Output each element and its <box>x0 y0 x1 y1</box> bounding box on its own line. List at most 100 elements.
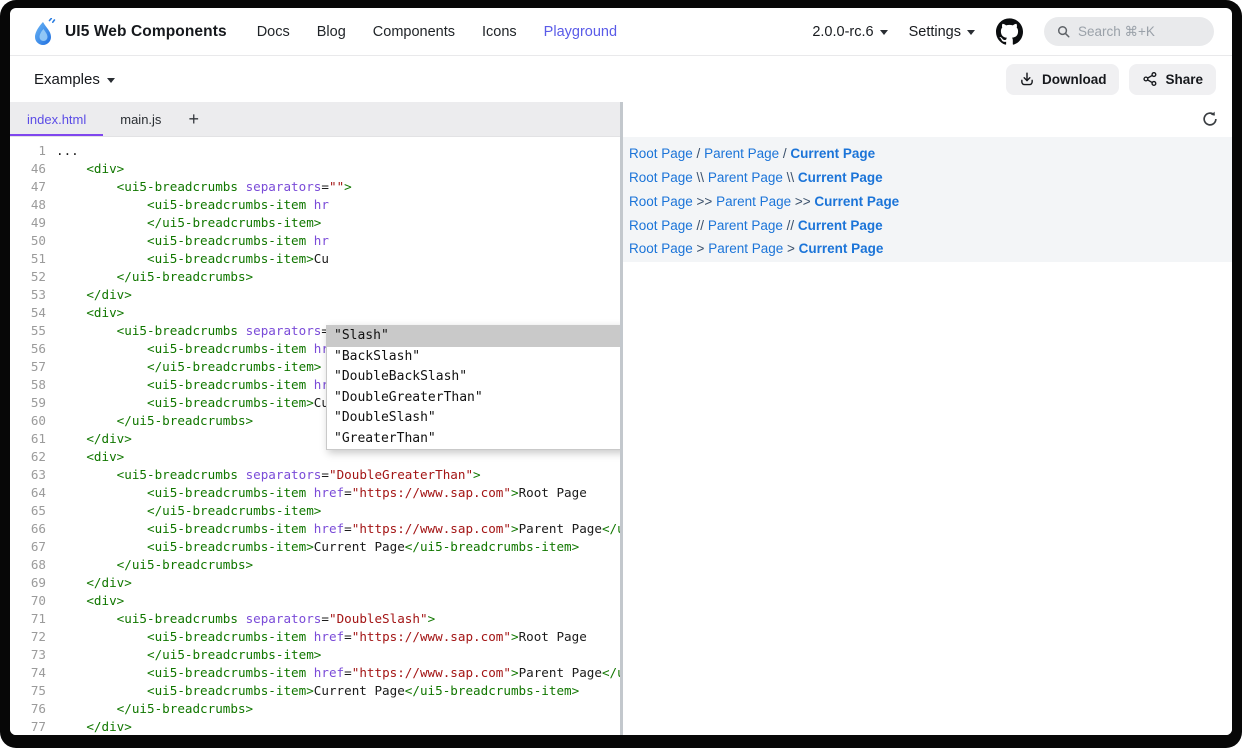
breadcrumb-current-page: Current Page <box>799 241 884 256</box>
examples-menu[interactable]: Examples <box>34 71 115 88</box>
breadcrumb-link-root[interactable]: Root Page <box>629 218 693 233</box>
code-line: 69 </div> <box>10 574 620 592</box>
line-number: 59 <box>10 394 46 412</box>
code-line: 62 <div> <box>10 448 620 466</box>
code-line: 65 </ui5-breadcrumbs-item> <box>10 502 620 520</box>
brand[interactable]: UI5 Web Components <box>32 18 227 46</box>
autocomplete-item[interactable]: "DoubleBackSlash" <box>327 367 620 388</box>
code-line: 63 <ui5-breadcrumbs separators="DoubleGr… <box>10 466 620 484</box>
autocomplete-item[interactable]: "DoubleSlash" <box>327 408 620 429</box>
breadcrumb-separator: / <box>693 146 704 161</box>
breadcrumb-separator: >> <box>791 194 814 209</box>
main-content: index.htmlmain.js+ 1...46 <div>47 <ui5-b… <box>10 102 1232 735</box>
breadcrumb-link-root[interactable]: Root Page <box>629 146 693 161</box>
editor-panel: index.htmlmain.js+ 1...46 <div>47 <ui5-b… <box>10 102 620 735</box>
breadcrumb-link-parent[interactable]: Parent Page <box>708 218 783 233</box>
settings-label: Settings <box>909 24 961 40</box>
breadcrumbs-preview: Root Page / Parent Page / Current PageRo… <box>623 137 1232 262</box>
tab-index.html[interactable]: index.html <box>10 102 103 136</box>
code-line: 64 <ui5-breadcrumbs-item href="https://w… <box>10 484 620 502</box>
ui5-flame-logo-icon <box>32 18 56 46</box>
breadcrumb-link-parent[interactable]: Parent Page <box>708 241 783 256</box>
share-button[interactable]: Share <box>1129 64 1216 95</box>
line-number: 76 <box>10 700 46 718</box>
line-number: 49 <box>10 214 46 232</box>
download-button[interactable]: Download <box>1006 64 1120 95</box>
code-line: 74 <ui5-breadcrumbs-item href="https://w… <box>10 664 620 682</box>
breadcrumb-separator: \\ <box>693 170 708 185</box>
nav-link-docs[interactable]: Docs <box>257 24 290 40</box>
line-number: 62 <box>10 448 46 466</box>
nav-link-blog[interactable]: Blog <box>317 24 346 40</box>
refresh-icon[interactable] <box>1201 110 1219 128</box>
line-number: 55 <box>10 322 46 340</box>
line-number: 54 <box>10 304 46 322</box>
line-number: 74 <box>10 664 46 682</box>
breadcrumb-separator: / <box>779 146 790 161</box>
autocomplete-item[interactable]: "DoubleGreaterThan" <box>327 388 620 409</box>
code-line: 77 </div> <box>10 718 620 735</box>
breadcrumb-current-page: Current Page <box>814 194 899 209</box>
breadcrumb-separator: \\ <box>783 170 798 185</box>
breadcrumb-row: Root Page \\ Parent Page \\ Current Page <box>629 166 1232 190</box>
code-line: 52 </ui5-breadcrumbs> <box>10 268 620 286</box>
autocomplete-item[interactable]: "GreaterThan" <box>327 429 620 450</box>
line-number: 48 <box>10 196 46 214</box>
line-number: 68 <box>10 556 46 574</box>
line-number: 70 <box>10 592 46 610</box>
autocomplete-item[interactable]: "BackSlash" <box>327 347 620 368</box>
line-number: 50 <box>10 232 46 250</box>
code-line: 51 <ui5-breadcrumbs-item>Cu <box>10 250 620 268</box>
nav-link-playground[interactable]: Playground <box>544 24 617 40</box>
breadcrumb-link-root[interactable]: Root Page <box>629 241 693 256</box>
chevron-down-icon <box>107 78 115 83</box>
breadcrumb-current-page: Current Page <box>798 218 883 233</box>
line-number: 57 <box>10 358 46 376</box>
code-line: 50 <ui5-breadcrumbs-item hr <box>10 232 620 250</box>
breadcrumb-separator: > <box>783 241 798 256</box>
breadcrumb-link-root[interactable]: Root Page <box>629 170 693 185</box>
breadcrumb-separator: >> <box>693 194 716 209</box>
version-menu[interactable]: 2.0.0-rc.6 <box>812 24 887 40</box>
breadcrumb-link-parent[interactable]: Parent Page <box>708 170 783 185</box>
breadcrumb-row: Root Page // Parent Page // Current Page <box>629 213 1232 237</box>
download-label: Download <box>1042 72 1107 87</box>
search-icon <box>1056 24 1071 39</box>
line-number: 69 <box>10 574 46 592</box>
line-number: 72 <box>10 628 46 646</box>
breadcrumb-link-root[interactable]: Root Page <box>629 194 693 209</box>
share-icon <box>1142 71 1158 87</box>
code-line: 66 <ui5-breadcrumbs-item href="https://w… <box>10 520 620 538</box>
line-number: 52 <box>10 268 46 286</box>
examples-label: Examples <box>34 71 100 88</box>
line-number: 63 <box>10 466 46 484</box>
screenshot-canvas: UI5 Web Components Docs Blog Components Ico… <box>0 0 1242 748</box>
breadcrumb-separator: // <box>693 218 708 233</box>
top-navigation: UI5 Web Components Docs Blog Components Ico… <box>10 8 1232 56</box>
breadcrumb-link-parent[interactable]: Parent Page <box>704 146 779 161</box>
line-number: 53 <box>10 286 46 304</box>
nav-right: 2.0.0-rc.6 Settings Search ⌘+K <box>812 17 1214 46</box>
line-number: 61 <box>10 430 46 448</box>
brand-title: UI5 Web Components <box>65 23 227 41</box>
line-number: 77 <box>10 718 46 735</box>
settings-menu[interactable]: Settings <box>909 24 975 40</box>
nav-link-components[interactable]: Components <box>373 24 455 40</box>
code-line: 70 <div> <box>10 592 620 610</box>
preview-panel: Root Page / Parent Page / Current PageRo… <box>623 102 1232 735</box>
code-line: 73 </ui5-breadcrumbs-item> <box>10 646 620 664</box>
autocomplete-dropdown: "Slash""BackSlash""DoubleBackSlash""Doub… <box>326 325 620 450</box>
code-editor[interactable]: 1...46 <div>47 <ui5-breadcrumbs separato… <box>10 137 620 735</box>
line-number: 58 <box>10 376 46 394</box>
code-line: 76 </ui5-breadcrumbs> <box>10 700 620 718</box>
tab-main.js[interactable]: main.js <box>103 102 178 136</box>
autocomplete-item[interactable]: "Slash" <box>327 326 620 347</box>
code-line: 71 <ui5-breadcrumbs separators="DoubleSl… <box>10 610 620 628</box>
github-icon[interactable] <box>996 18 1023 45</box>
breadcrumb-link-parent[interactable]: Parent Page <box>716 194 791 209</box>
add-tab-button[interactable]: + <box>178 102 209 136</box>
code-line: 49 </ui5-breadcrumbs-item> <box>10 214 620 232</box>
search-input[interactable]: Search ⌘+K <box>1044 17 1214 46</box>
nav-link-icons[interactable]: Icons <box>482 24 517 40</box>
breadcrumb-current-page: Current Page <box>798 170 883 185</box>
